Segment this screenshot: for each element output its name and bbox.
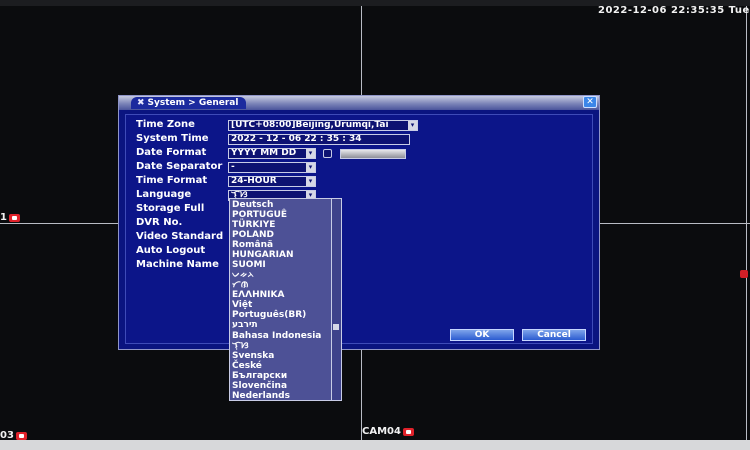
chevron-down-icon: ▾ xyxy=(408,121,417,130)
language-option[interactable]: ᜆᜈ xyxy=(232,280,248,290)
datetime-clock: 2022-12-06 22:35:35 Tue xyxy=(598,5,750,16)
camera-label-text: CAM04 xyxy=(362,426,401,437)
record-icon xyxy=(15,431,27,440)
language-option[interactable]: Svenska xyxy=(232,351,274,361)
label-time-format: Time Format xyxy=(136,175,208,186)
camera-label-01: 1 xyxy=(0,212,20,223)
label-video-standard: Video Standard xyxy=(136,231,224,242)
label-date-separator: Date Separator xyxy=(136,161,223,172)
language-dropdown-list: Deutsch PORTUGUÊ TÜRKIYE POLAND Românã H… xyxy=(229,198,342,401)
dialog-title-tab: ✖ System > General xyxy=(131,97,247,109)
language-option[interactable]: Bahasa Indonesia xyxy=(232,331,321,341)
dropdown-scrollbar[interactable] xyxy=(331,199,341,400)
system-general-dialog: ✖ System > General ✕ Time Zone [UTC+08:0… xyxy=(118,95,600,350)
language-option[interactable]: POLAND xyxy=(232,230,274,240)
record-icon-right xyxy=(740,270,748,278)
date-format-value: YYYY MM DD xyxy=(231,148,297,158)
record-icon xyxy=(8,213,20,222)
language-option[interactable]: TÜRKIYE xyxy=(232,220,275,230)
language-option[interactable]: ᜎᜓᜐ xyxy=(232,341,249,351)
label-time-zone: Time Zone xyxy=(136,119,195,130)
tools-icon: ✖ xyxy=(137,98,145,108)
dialog-content: Time Zone [UTC+08:00]Beijing,Urumqi,Tai … xyxy=(125,114,593,344)
language-option[interactable]: České xyxy=(232,361,262,371)
label-dvr-no: DVR No. xyxy=(136,217,183,228)
language-option[interactable]: Български xyxy=(232,371,287,381)
ok-button[interactable]: OK xyxy=(450,329,514,341)
scrollbar-thumb[interactable] xyxy=(333,324,339,330)
record-icon xyxy=(402,427,414,436)
time-zone-select[interactable]: [UTC+08:00]Beijing,Urumqi,Tai ▾ xyxy=(228,120,418,131)
language-option[interactable]: Nederlands xyxy=(232,391,290,400)
time-format-select[interactable]: 24-HOUR ▾ xyxy=(228,176,316,187)
language-option[interactable]: HUNGARIAN xyxy=(232,250,294,260)
system-time-input[interactable]: 2022 - 12 - 06 22 : 35 : 34 xyxy=(228,134,410,145)
date-format-setting-button[interactable] xyxy=(340,149,406,159)
language-option[interactable]: Português(BR) xyxy=(232,310,306,320)
label-machine-name: Machine Name xyxy=(136,259,219,270)
time-zone-value: [UTC+08:00]Beijing,Urumqi,Tai xyxy=(231,120,389,130)
label-date-format: Date Format xyxy=(136,147,207,158)
date-format-select[interactable]: YYYY MM DD ▾ xyxy=(228,148,316,159)
language-option[interactable]: PORTUGUÊ xyxy=(232,210,287,220)
monitor-bezel-bottom xyxy=(0,440,750,450)
time-format-value: 24-HOUR xyxy=(231,176,277,186)
chevron-down-icon: ▾ xyxy=(306,163,315,172)
label-auto-logout: Auto Logout xyxy=(136,245,206,256)
language-option[interactable]: תירבע xyxy=(232,320,258,330)
camera-label-cam04: CAM04 xyxy=(362,426,414,437)
language-option[interactable]: ΕΛΛΗΝΙΚΑ xyxy=(232,290,284,300)
chevron-down-icon: ▾ xyxy=(306,177,315,186)
date-format-checkbox[interactable] xyxy=(323,149,332,158)
language-option[interactable]: Deutsch xyxy=(232,200,273,210)
language-option[interactable]: Việt xyxy=(232,300,252,310)
date-separator-value: - xyxy=(231,162,235,172)
camera-label-text: 1 xyxy=(0,212,7,223)
language-option[interactable]: ᨆᨀᨂ xyxy=(232,270,254,280)
language-option[interactable]: SUOMI xyxy=(232,260,266,270)
date-separator-select[interactable]: - ▾ xyxy=(228,162,316,173)
cancel-button[interactable]: Cancel xyxy=(522,329,586,341)
close-button[interactable]: ✕ xyxy=(583,96,597,108)
dialog-title: System > General xyxy=(147,98,239,108)
chevron-down-icon: ▾ xyxy=(306,149,315,158)
label-language: Language xyxy=(136,189,192,200)
language-option[interactable]: Slovenčina xyxy=(232,381,287,391)
dialog-titlebar[interactable]: ✖ System > General ✕ xyxy=(119,96,599,110)
language-option[interactable]: Românã xyxy=(232,240,273,250)
grid-line-vertical-right xyxy=(746,6,747,440)
label-storage-full: Storage Full xyxy=(136,203,205,214)
label-system-time: System Time xyxy=(136,133,209,144)
